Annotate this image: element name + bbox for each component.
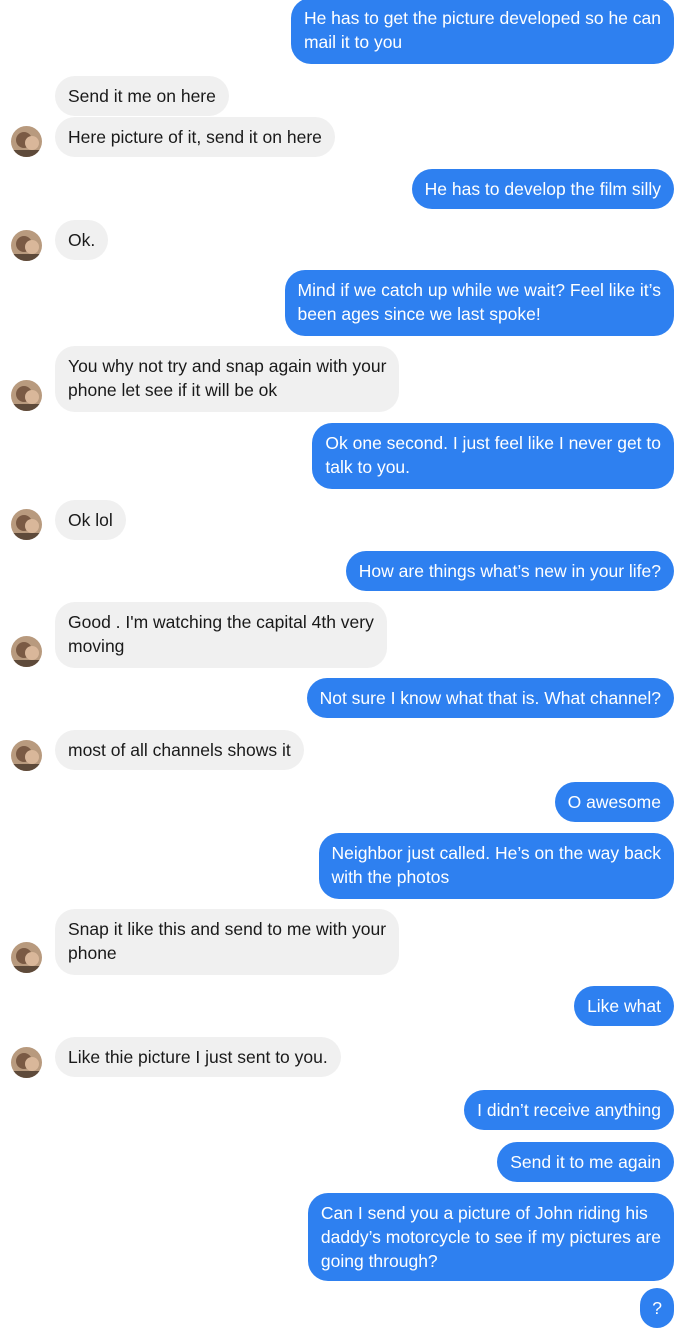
contact-avatar-photo-icon — [11, 230, 42, 261]
message-text: He has to develop the film silly — [424, 179, 661, 199]
incoming-message[interactable]: most of all channels shows it — [55, 730, 304, 770]
message-text: Ok. — [68, 230, 96, 250]
message-text: I didn’t receive anything — [477, 1100, 661, 1120]
message-text: Can I send you a picture of John riding … — [320, 1203, 661, 1271]
contact-avatar[interactable] — [11, 380, 42, 411]
incoming-message[interactable]: Like thie picture I just sent to you. — [55, 1037, 341, 1077]
contact-avatar[interactable] — [11, 942, 42, 973]
outgoing-message[interactable]: Not sure I know what that is. What chann… — [306, 678, 674, 718]
message-text: Neighbor just called. He’s on the way ba… — [331, 843, 661, 887]
message-text: Good . I'm watching the capital 4th very… — [68, 612, 374, 656]
message-text: Like thie picture I just sent to you. — [68, 1047, 328, 1067]
message-text: Send it me on here — [68, 86, 216, 106]
incoming-message[interactable]: You why not try and snap again with your… — [55, 346, 400, 412]
contact-avatar-photo-icon — [11, 636, 42, 667]
outgoing-message[interactable]: O awesome — [554, 782, 674, 822]
message-text: Like what — [587, 996, 661, 1016]
message-text: You why not try and snap again with your… — [68, 356, 387, 400]
outgoing-message[interactable]: Can I send you a picture of John riding … — [307, 1193, 674, 1281]
outgoing-message[interactable]: Ok one second. I just feel like I never … — [312, 423, 674, 489]
outgoing-message[interactable]: Send it to me again — [497, 1142, 674, 1182]
contact-avatar[interactable] — [11, 126, 42, 157]
outgoing-message[interactable]: I didn’t receive anything — [464, 1090, 674, 1130]
message-text: Snap it like this and send to me with yo… — [68, 919, 387, 963]
incoming-message[interactable]: Ok lol — [55, 500, 126, 540]
message-text: He has to get the picture developed so h… — [303, 8, 661, 52]
message-text: Here picture of it, send it on here — [68, 127, 322, 147]
message-text: most of all channels shows it — [68, 740, 291, 760]
incoming-message[interactable]: Good . I'm watching the capital 4th very… — [55, 602, 387, 668]
contact-avatar[interactable] — [11, 1047, 42, 1078]
message-text: Not sure I know what that is. What chann… — [319, 688, 661, 708]
message-text: Ok lol — [68, 510, 113, 530]
outgoing-message[interactable]: He has to get the picture developed so h… — [290, 0, 674, 64]
outgoing-message[interactable]: He has to develop the film silly — [411, 169, 674, 209]
outgoing-message[interactable]: Mind if we catch up while we wait? Feel … — [284, 270, 674, 336]
incoming-message[interactable]: Send it me on here — [55, 76, 229, 116]
message-text: How are things what’s new in your life? — [358, 561, 661, 581]
contact-avatar[interactable] — [11, 509, 42, 540]
message-thread[interactable]: He has to get the picture developed so h… — [0, 0, 700, 1328]
contact-avatar[interactable] — [11, 636, 42, 667]
outgoing-message[interactable]: Like what — [574, 986, 674, 1026]
contact-avatar-photo-icon — [11, 126, 42, 157]
incoming-message[interactable]: Here picture of it, send it on here — [55, 117, 335, 157]
incoming-message[interactable]: Snap it like this and send to me with yo… — [55, 909, 400, 975]
contact-avatar-photo-icon — [11, 740, 42, 771]
contact-avatar-photo-icon — [11, 1047, 42, 1078]
contact-avatar[interactable] — [11, 230, 42, 261]
message-text: O awesome — [567, 792, 661, 812]
message-text: ? — [652, 1298, 662, 1318]
contact-avatar-photo-icon — [11, 380, 42, 411]
outgoing-message[interactable]: How are things what’s new in your life? — [345, 551, 674, 591]
outgoing-message[interactable]: ? — [640, 1288, 674, 1328]
incoming-message[interactable]: Ok. — [55, 220, 109, 260]
contact-avatar-photo-icon — [11, 942, 42, 973]
contact-avatar[interactable] — [11, 740, 42, 771]
contact-avatar-photo-icon — [11, 509, 42, 540]
message-text: Mind if we catch up while we wait? Feel … — [297, 280, 661, 324]
message-text: Ok one second. I just feel like I never … — [325, 433, 661, 477]
outgoing-message[interactable]: Neighbor just called. He’s on the way ba… — [318, 833, 674, 899]
message-text: Send it to me again — [510, 1152, 661, 1172]
